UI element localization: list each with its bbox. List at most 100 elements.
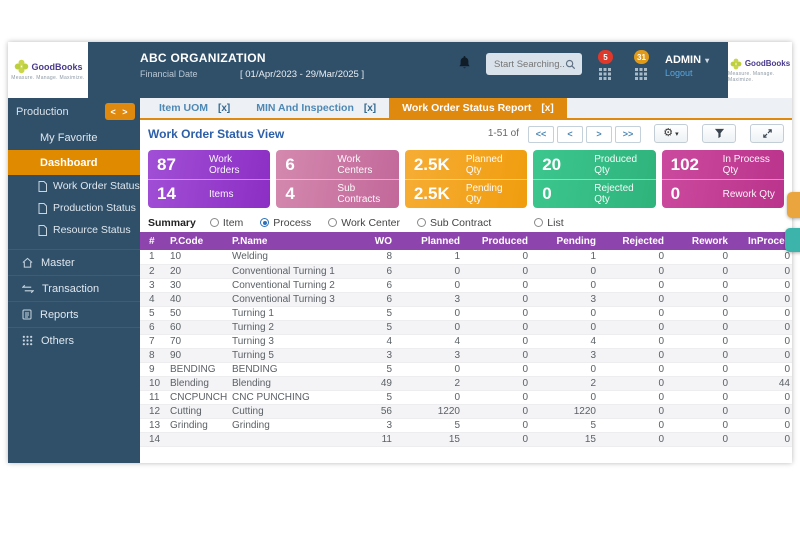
user-name[interactable]: ADMIN [665, 54, 701, 66]
summary-label: Summary [148, 217, 196, 229]
table-row: 330Conventional Turning 26000000 [140, 278, 792, 292]
column-header-produced[interactable]: Produced [476, 232, 544, 250]
search-box[interactable] [486, 53, 582, 75]
cell: 0 [744, 432, 792, 446]
status-table: #P.CodeP.NameWOPlannedProducedPendingRej… [140, 232, 792, 447]
prev-page-button[interactable]: < [557, 126, 583, 143]
column-header-pcode[interactable]: P.Code [166, 232, 228, 250]
column-header-pending[interactable]: Pending [544, 232, 612, 250]
filter-button[interactable] [702, 124, 736, 143]
cell: BENDING [228, 362, 356, 376]
kpi-value: 0 [542, 184, 594, 204]
edge-action-orange-button[interactable] [787, 192, 800, 218]
tab-close-icon[interactable]: [x] [364, 103, 376, 114]
tab-close-icon[interactable]: [x] [218, 103, 230, 114]
notification-badge-orange[interactable]: 31 [634, 50, 649, 64]
radio-icon[interactable] [534, 218, 543, 227]
cell: 0 [476, 334, 544, 348]
cell: 0 [476, 264, 544, 278]
cell: 3 [356, 418, 408, 432]
sidebar-item-my-favorite[interactable]: My Favorite [8, 126, 140, 150]
radio-icon[interactable] [417, 218, 426, 227]
sidebar-item-master[interactable]: Master [8, 249, 140, 275]
cell: 0 [476, 418, 544, 432]
tab-work-order-status-report[interactable]: Work Order Status Report[x] [389, 98, 567, 118]
kpi-metric: 0Rework Qty [662, 179, 784, 208]
cell: 3 [408, 292, 476, 306]
first-page-button[interactable]: << [528, 126, 554, 143]
kpi-value: 20 [542, 155, 594, 175]
sidebar-item-transaction[interactable]: Transaction [8, 275, 140, 301]
next-page-button[interactable]: > [586, 126, 612, 143]
search-input[interactable] [494, 59, 565, 70]
cell: 6 [140, 320, 166, 334]
apps-grid-icon [599, 68, 611, 80]
column-header-[interactable]: # [140, 232, 166, 250]
notification-group-2[interactable]: 31 [632, 54, 654, 80]
sidebar-item-work-order-status[interactable]: Work Order Status [8, 175, 140, 197]
sidebar-collapse-button[interactable]: < > [105, 103, 135, 120]
tab-min-and-inspection[interactable]: MIN And Inspection[x] [243, 98, 389, 118]
radio-icon[interactable] [210, 218, 219, 227]
cell: 6 [356, 278, 408, 292]
swap-icon [22, 284, 34, 294]
cell: CNC PUNCHING [228, 390, 356, 404]
cell: 0 [744, 334, 792, 348]
tab-item-uom[interactable]: Item UOM[x] [146, 98, 243, 118]
bell-icon[interactable] [458, 55, 471, 70]
summary-radio-process[interactable]: Process [260, 217, 311, 229]
expand-button[interactable] [750, 124, 784, 143]
notification-group-1[interactable]: 5 [596, 54, 618, 80]
logout-link[interactable]: Logout [665, 68, 709, 78]
kpi-value: 87 [157, 155, 209, 175]
title-bar: Work Order Status View 1-51 of <<<>>> ⚙ … [140, 120, 792, 147]
cell: 5 [356, 306, 408, 320]
column-header-rejected[interactable]: Rejected [612, 232, 680, 250]
sidebar-item-resource-status[interactable]: Resource Status [8, 219, 140, 241]
cell: 60 [166, 320, 228, 334]
sidebar-item-reports[interactable]: Reports [8, 301, 140, 327]
cell: 0 [612, 264, 680, 278]
cell: 0 [544, 264, 612, 278]
sidebar-divider [8, 241, 140, 249]
tab-bar: Item UOM[x]MIN And Inspection[x]Work Ord… [140, 98, 792, 120]
edge-action-teal-button[interactable] [785, 228, 800, 252]
settings-button[interactable]: ⚙ ▾ [654, 124, 688, 143]
notification-badge-red[interactable]: 5 [598, 50, 613, 64]
column-header-pname[interactable]: P.Name [228, 232, 356, 250]
radio-icon[interactable] [260, 218, 269, 227]
search-icon[interactable] [565, 59, 576, 70]
last-page-button[interactable]: >> [615, 126, 641, 143]
sidebar-item-others[interactable]: Others [8, 327, 140, 353]
radio-icon[interactable] [328, 218, 337, 227]
cell: 0 [476, 278, 544, 292]
table-row: 11CNCPUNCHCNC PUNCHING5000000 [140, 390, 792, 404]
sidebar-item-production-status[interactable]: Production Status [8, 197, 140, 219]
cell: 4 [140, 292, 166, 306]
summary-radio-item[interactable]: Item [210, 217, 243, 229]
cell: 0 [476, 306, 544, 320]
column-header-planned[interactable]: Planned [408, 232, 476, 250]
cell: 0 [408, 264, 476, 278]
sidebar-nav: My Favorite Dashboard Work Order StatusPro… [8, 126, 140, 353]
record-range: 1-51 of [488, 128, 519, 139]
goodbooks-clover-icon [730, 58, 742, 70]
summary-radio-sub-contract[interactable]: Sub Contract [417, 217, 491, 229]
column-header-wo[interactable]: WO [356, 232, 408, 250]
cell: 9 [140, 362, 166, 376]
column-header-rework[interactable]: Rework [680, 232, 744, 250]
sidebar-item-dashboard[interactable]: Dashboard [8, 150, 140, 175]
cell: 0 [680, 334, 744, 348]
cell: 4 [356, 334, 408, 348]
table-row: 10BlendingBlending492020044 [140, 376, 792, 390]
tab-close-icon[interactable]: [x] [541, 103, 553, 114]
kpi-metric: 102In Process Qty [662, 150, 784, 179]
cell [166, 432, 228, 446]
kpi-label: Planned Qty [466, 154, 518, 176]
kpi-label: Work Centers [337, 154, 389, 176]
summary-radio-list[interactable]: List [534, 217, 563, 229]
cell: 0 [680, 432, 744, 446]
summary-radio-work-center[interactable]: Work Center [328, 217, 400, 229]
user-menu[interactable]: ADMIN▾ Logout [665, 54, 709, 78]
sidebar-item-label: Dashboard [40, 157, 97, 169]
